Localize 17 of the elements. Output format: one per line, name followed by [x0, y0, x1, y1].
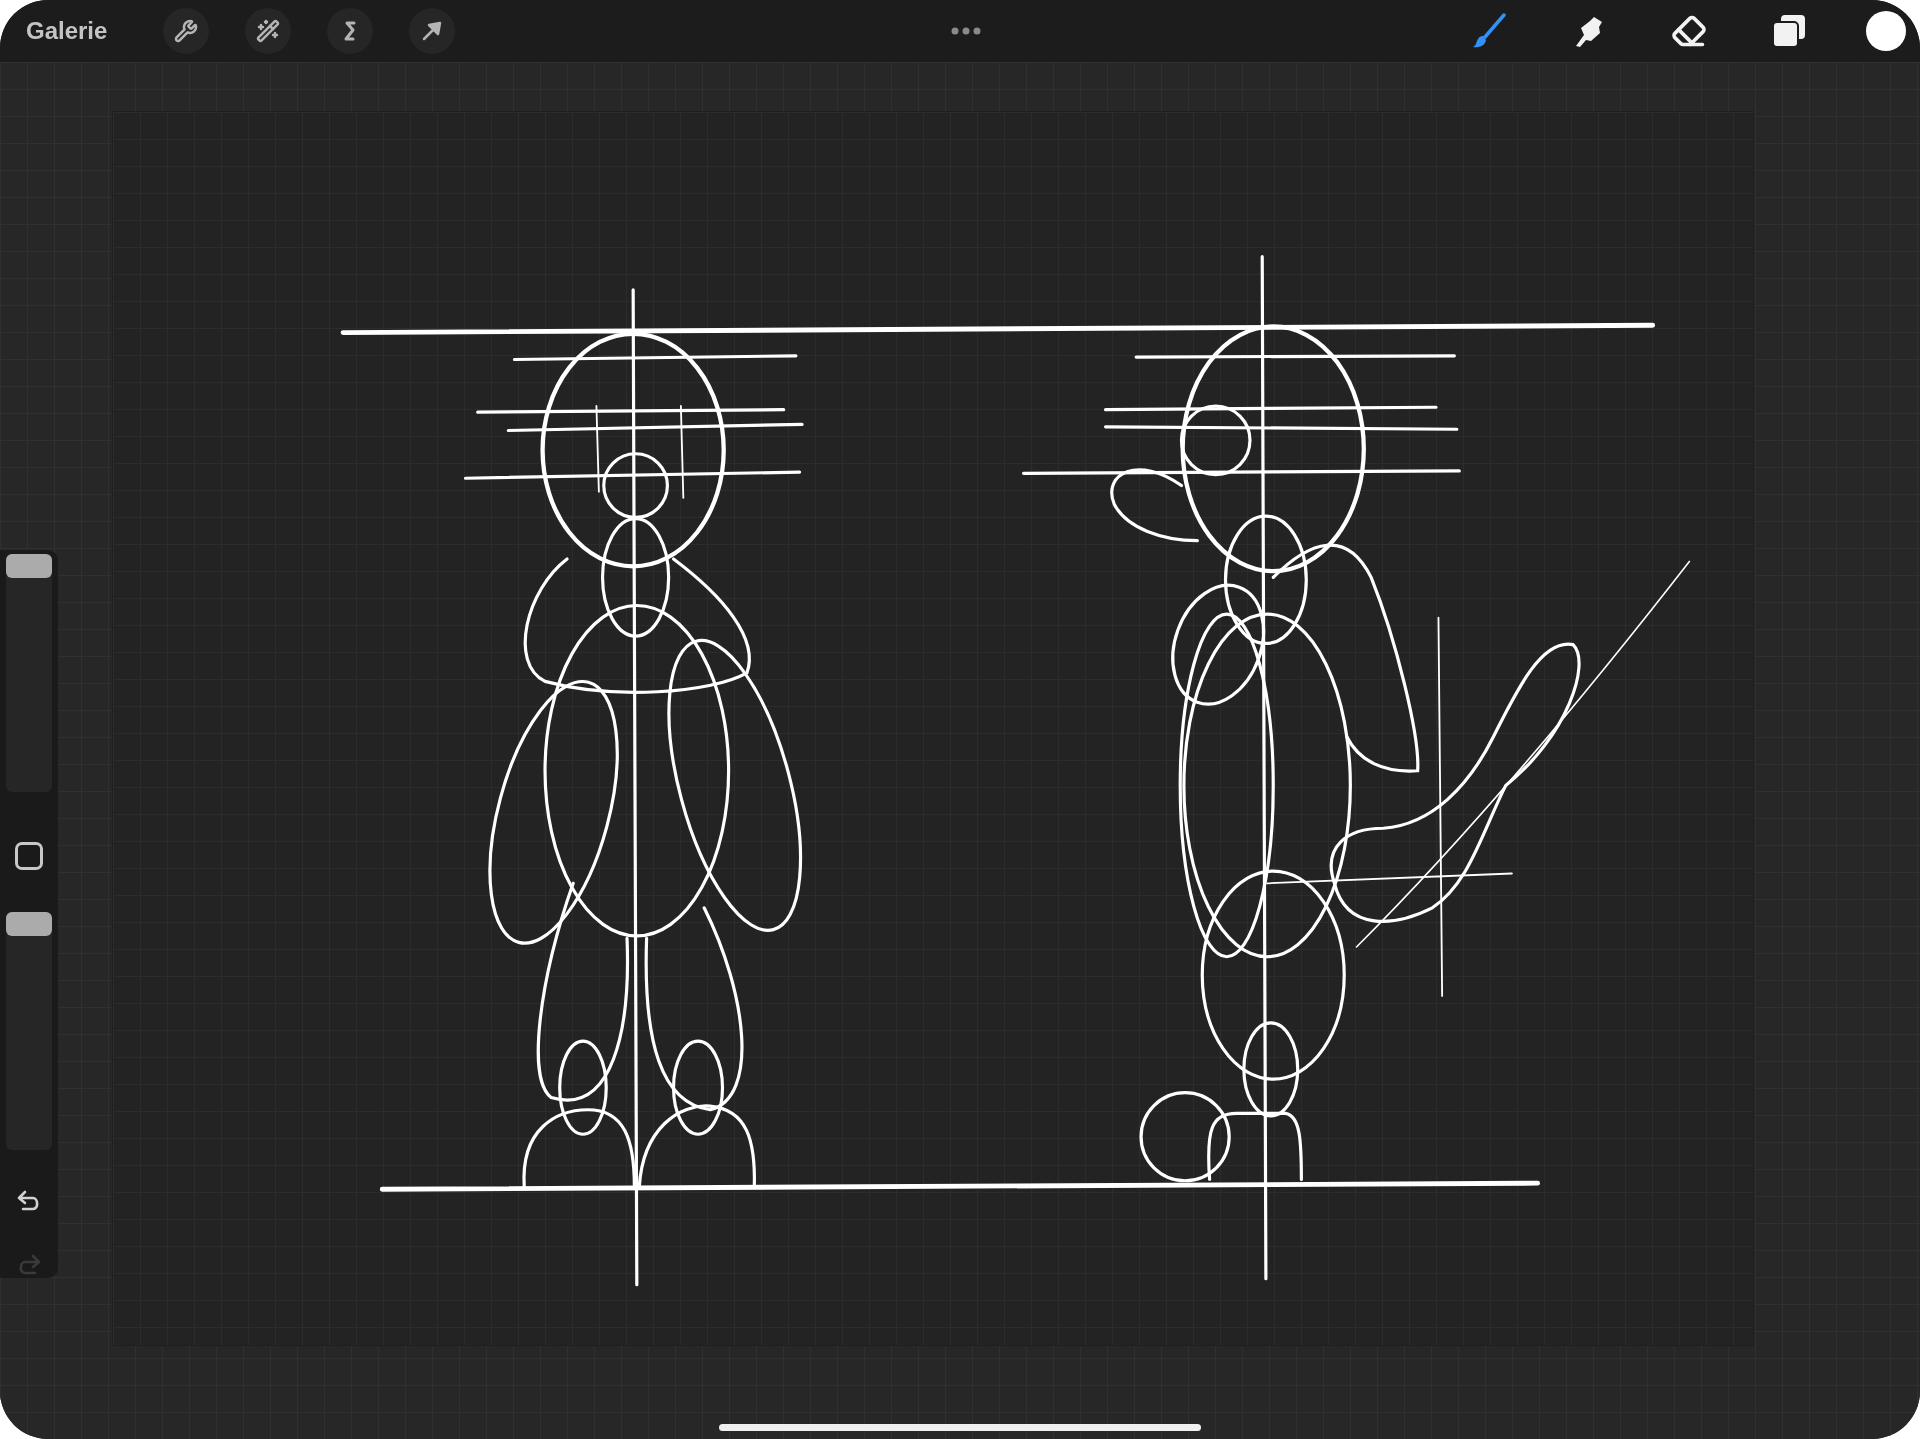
color-swatch[interactable] [1866, 11, 1906, 51]
gallery-button[interactable]: Galerie [26, 17, 108, 45]
slider-thumb[interactable] [6, 554, 52, 578]
more-icon[interactable] [951, 27, 981, 35]
modify-button[interactable] [15, 842, 43, 871]
slider-thumb[interactable] [6, 912, 52, 937]
slider-track[interactable] [6, 554, 52, 793]
brush-icon [1471, 13, 1507, 49]
settings-button[interactable] [163, 8, 210, 54]
transform-button[interactable] [409, 8, 456, 54]
layers-icon [1771, 13, 1807, 49]
wrench-icon [174, 19, 199, 43]
eraser-icon [1671, 13, 1707, 49]
slider-track[interactable] [6, 912, 52, 1151]
adjust-button[interactable] [245, 8, 292, 54]
magic-wand-icon [256, 19, 281, 43]
select-button[interactable] [327, 8, 374, 54]
